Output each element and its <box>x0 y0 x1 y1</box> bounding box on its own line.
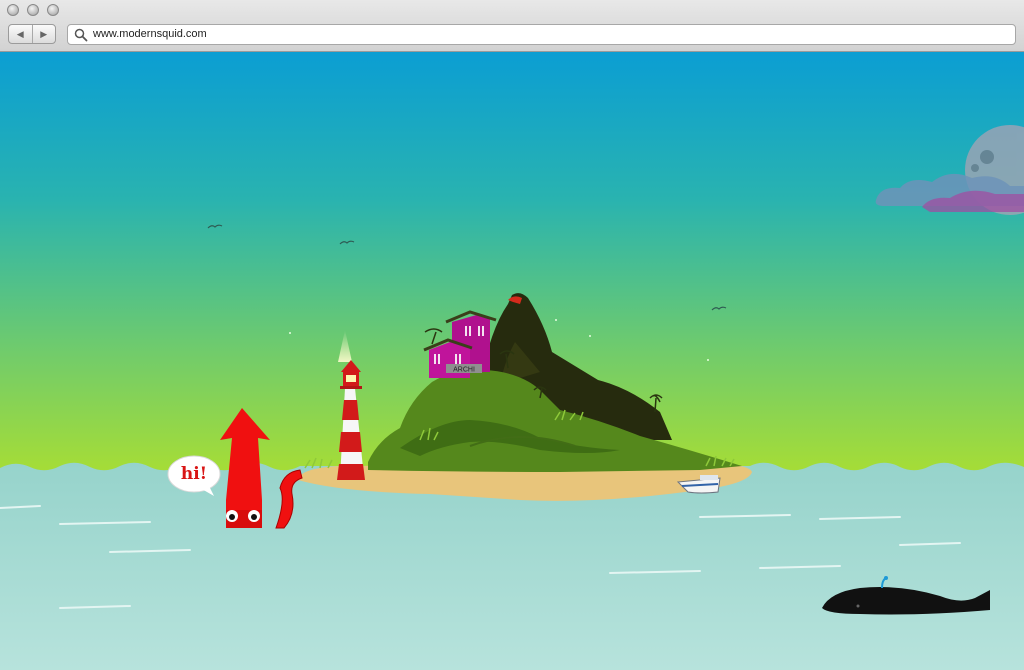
ocean-island-illustration: ARCHI <box>0 52 1024 670</box>
back-arrow-icon: ◀ <box>16 28 24 39</box>
address-bar[interactable]: www.modernsquid.com <box>67 24 1016 45</box>
browser-toolbar: ◀ ▶ www.modernsquid.com <box>0 0 1024 52</box>
zoom-window-button[interactable] <box>47 4 59 16</box>
magnifier-icon <box>74 28 88 42</box>
island-sign-label: ARCHI <box>453 367 475 374</box>
webpage-scene: ARCHI hi! <box>0 52 1024 670</box>
back-button[interactable]: ◀ <box>9 25 32 43</box>
minimize-window-button[interactable] <box>27 4 39 16</box>
forward-button[interactable]: ▶ <box>31 25 56 43</box>
history-nav-group: ◀ ▶ <box>8 24 56 44</box>
forward-arrow-icon: ▶ <box>40 28 48 39</box>
close-window-button[interactable] <box>7 4 19 16</box>
url-text: www.modernsquid.com <box>93 28 207 40</box>
speech-bubble-text: hi! <box>180 464 208 484</box>
